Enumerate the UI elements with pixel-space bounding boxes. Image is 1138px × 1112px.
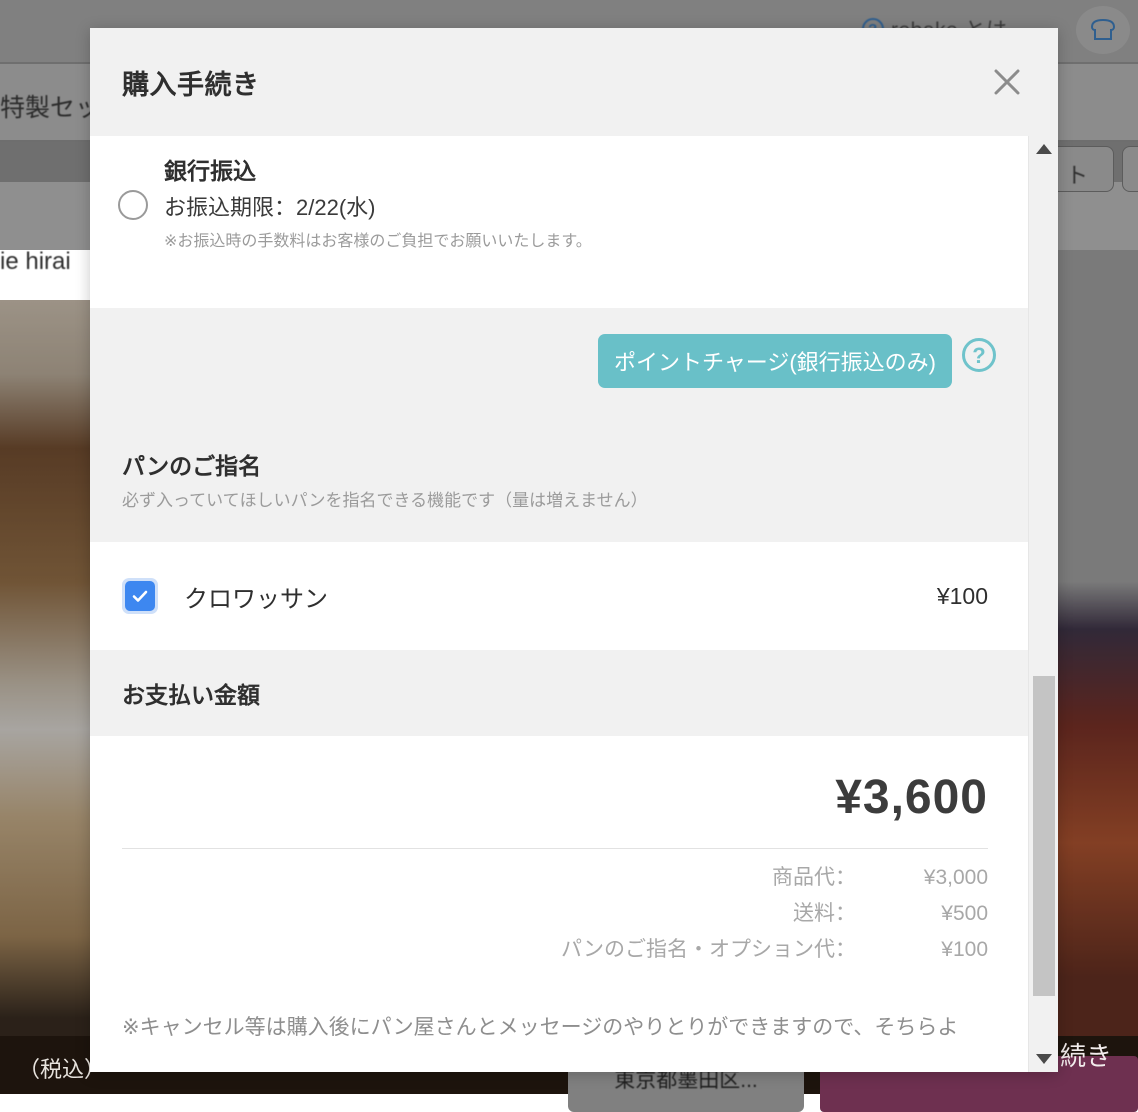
list-item[interactable]: クロワッサン ¥100: [90, 542, 1028, 650]
bread-nomination-section: パンのご指名 必ず入っていてほしいパンを指名できる機能です（量は増えません）: [90, 428, 1028, 542]
breakdown-label: 送料：: [793, 897, 856, 927]
caret-down-icon[interactable]: [1029, 1046, 1058, 1072]
question-circle-icon[interactable]: ?: [962, 338, 996, 372]
total-amount: ¥3,600: [122, 762, 988, 834]
breakdown-value: ¥100: [856, 938, 988, 962]
bank-transfer-radio[interactable]: [118, 190, 148, 220]
breakdown-row: パンのご指名・オプション代： ¥100: [122, 933, 988, 963]
nomination-title: パンのご指名: [122, 446, 992, 486]
payment-amount-title: お支払い金額: [122, 676, 260, 710]
breakdown-list: 商品代： ¥3,000 送料： ¥500 パンのご指名・オプション代： ¥100: [122, 861, 988, 963]
point-charge-button[interactable]: ポイントチャージ(銀行振込のみ): [598, 334, 952, 388]
modal-scrollbar[interactable]: [1028, 136, 1058, 1072]
bread-item-price: ¥100: [937, 583, 988, 610]
nomination-subtitle: 必ず入っていてほしいパンを指名できる機能です（量は増えません）: [122, 486, 992, 516]
payment-method-texts: 銀行振込 お振込期限：2/22(水) ※お振込時の手数料はお客様のご負担でお願い…: [164, 152, 592, 258]
payment-method-title: 銀行振込: [164, 152, 592, 190]
caret-up-icon[interactable]: [1029, 136, 1058, 162]
modal-body-wrap: 銀行振込 お振込期限：2/22(水) ※お振込時の手数料はお客様のご負担でお願い…: [90, 136, 1058, 1072]
cancellation-note: ※キャンセル等は購入後にパン屋さんとメッセージのやりとりができますので、そちらよ: [122, 1011, 992, 1041]
payment-fee-note: ※お振込時の手数料はお客様のご負担でお願いいたします。: [164, 226, 592, 258]
croissant-checkbox[interactable]: [122, 578, 158, 614]
background-chip-label: ト: [1066, 158, 1088, 190]
breakdown-row: 送料： ¥500: [122, 897, 988, 927]
footer-note-block: ※キャンセル等は購入後にパン屋さんとメッセージのやりとりができますので、そちらよ: [90, 981, 1028, 1041]
total-separator: [122, 848, 988, 849]
breakdown-value: ¥500: [856, 902, 988, 926]
payment-method-option[interactable]: 銀行振込 お振込期限：2/22(水) ※お振込時の手数料はお客様のご負担でお願い…: [90, 152, 1028, 258]
modal-body: 銀行振込 お振込期限：2/22(水) ※お振込時の手数料はお客様のご負担でお願い…: [90, 136, 1028, 1072]
point-charge-section: ポイントチャージ(銀行振込のみ) ?: [90, 308, 1028, 428]
scrollbar-thumb[interactable]: [1033, 676, 1055, 996]
payment-deadline: お振込期限：2/22(水): [164, 190, 592, 226]
modal-title: 購入手続き: [122, 63, 260, 102]
breakdown-value: ¥3,000: [856, 866, 988, 890]
total-block: ¥3,600 商品代： ¥3,000 送料： ¥500 パンのご指名・オプション…: [90, 736, 1028, 981]
background-baker-name: ie hirai: [0, 248, 71, 276]
modal-header: 購入手続き: [90, 28, 1058, 136]
bread-item-name: クロワッサン: [184, 579, 937, 614]
breakdown-label: パンのご指名・オプション代：: [561, 933, 856, 963]
background-product-title: 特製セッ: [0, 88, 100, 124]
payment-amount-section: お支払い金額: [90, 650, 1028, 736]
background-right-photo: [1050, 250, 1138, 1040]
close-icon[interactable]: [986, 61, 1028, 103]
payment-method-section: 銀行振込 お振込期限：2/22(水) ※お振込時の手数料はお客様のご負担でお願い…: [90, 136, 1028, 308]
background-continue-label: 続き: [1060, 1036, 1112, 1073]
purchase-modal: 購入手続き 銀行振込 お振込期限：2/22(水) ※お振込時の手数料はお客様のご…: [90, 28, 1058, 1072]
breakdown-label: 商品代：: [772, 861, 856, 891]
bread-icon[interactable]: [1076, 6, 1130, 54]
breakdown-row: 商品代： ¥3,000: [122, 861, 988, 891]
background-chip-two[interactable]: [1122, 146, 1138, 192]
checkbox-box: [125, 581, 155, 611]
